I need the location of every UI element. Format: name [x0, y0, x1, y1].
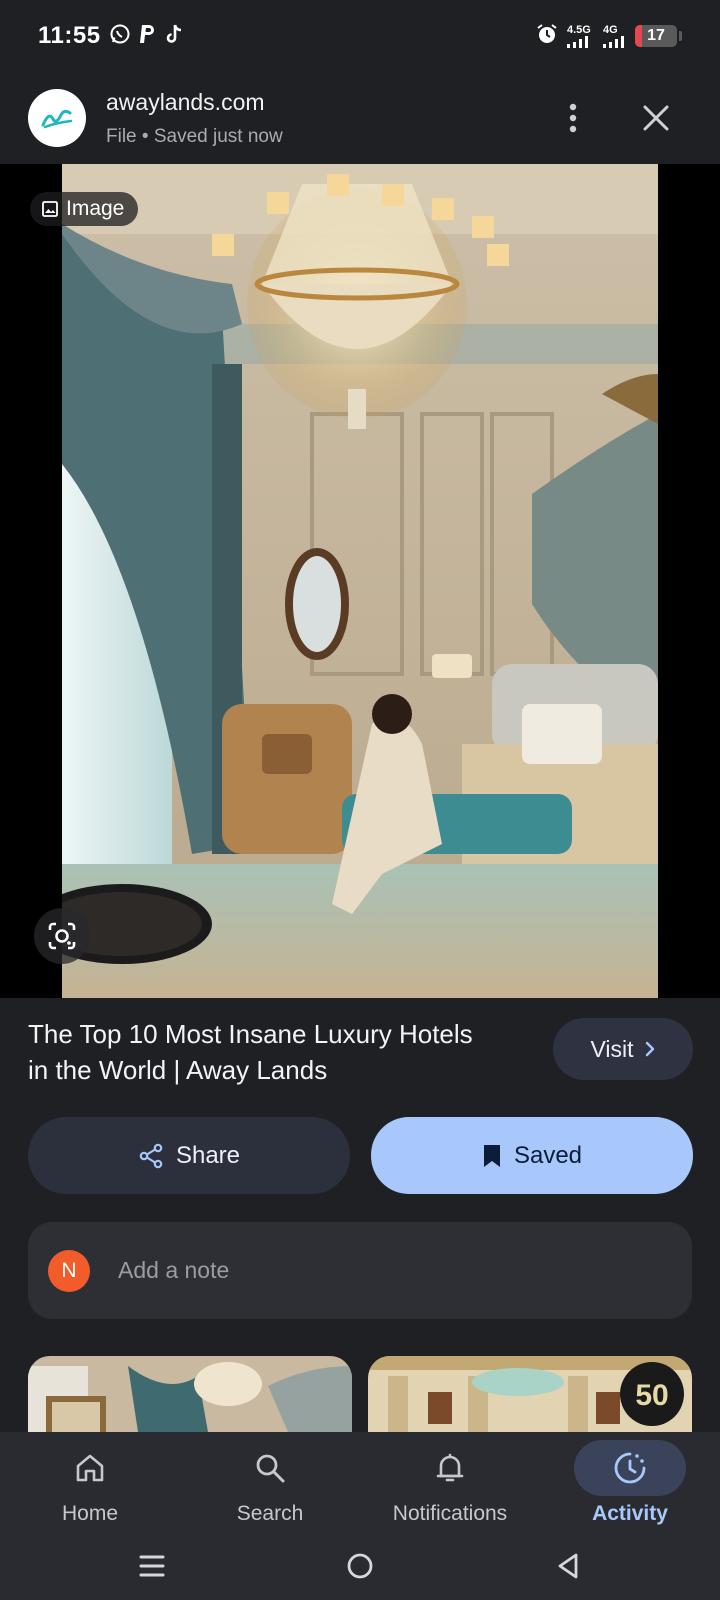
site-name: awaylands.com — [106, 88, 265, 115]
paypal-icon — [139, 23, 157, 50]
nav-search-pill — [214, 1440, 326, 1496]
nav-search-label: Search — [236, 1502, 304, 1525]
battery-fill — [635, 25, 643, 47]
more-vert-icon — [569, 103, 577, 133]
share-icon — [139, 1143, 163, 1168]
share-button[interactable]: Share — [28, 1117, 350, 1194]
bookmark-filled-icon — [483, 1144, 500, 1167]
google-lens-icon — [48, 922, 76, 950]
menu-icon — [139, 1555, 165, 1577]
tiktok-icon — [165, 23, 185, 50]
signal-4-5g-icon: 4.5G — [567, 24, 595, 48]
more-options-button[interactable] — [555, 100, 591, 136]
whatsapp-icon — [109, 23, 131, 50]
saved-label: Saved — [513, 1141, 583, 1169]
nav-activity-label: Activity — [592, 1502, 668, 1525]
related-image-1[interactable] — [28, 1356, 352, 1432]
bottom-navigation: Home Search Notifications Activity — [0, 1432, 720, 1532]
site-logo-icon — [28, 89, 86, 147]
back-button[interactable] — [548, 1546, 588, 1586]
battery-icon: 17 — [635, 25, 677, 47]
image-chip-label: Image — [66, 197, 125, 220]
visit-label: Visit — [590, 1035, 634, 1062]
nav-notifications[interactable]: Notifications — [360, 1432, 540, 1532]
image-icon — [42, 201, 58, 217]
related-image-2[interactable]: 50 — [368, 1356, 692, 1432]
recent-apps-button[interactable] — [132, 1546, 172, 1586]
image-type-chip: Image — [30, 192, 139, 226]
chevron-right-icon — [645, 1041, 654, 1057]
nav-home-pill — [34, 1440, 146, 1496]
circle-home-icon — [347, 1553, 373, 1579]
google-lens-button[interactable] — [34, 908, 90, 964]
activity-icon — [614, 1452, 646, 1484]
share-label: Share — [175, 1141, 241, 1169]
add-note-input[interactable] — [118, 1257, 638, 1284]
system-navigation — [0, 1532, 720, 1600]
badge-50: 50 — [635, 1379, 668, 1412]
search-icon — [256, 1454, 285, 1483]
visit-button[interactable]: Visit — [553, 1018, 693, 1080]
saved-button[interactable]: Saved — [371, 1117, 693, 1194]
nav-home-label: Home — [61, 1502, 119, 1525]
battery-level: 17 — [647, 27, 665, 44]
nav-activity-pill — [574, 1440, 686, 1496]
action-row: Share Saved — [28, 1117, 693, 1194]
result-title-row: The Top 10 Most Insane Luxury Hotels in … — [28, 1016, 693, 1088]
bell-icon — [436, 1453, 464, 1482]
top-bar: awaylands.com File • Saved just now — [0, 72, 720, 164]
home-system-button[interactable] — [340, 1546, 380, 1586]
nav-notifications-pill — [394, 1440, 506, 1496]
hotel-room-photo[interactable] — [62, 164, 658, 998]
nav-notifications-label: Notifications — [392, 1502, 508, 1525]
nav-home[interactable]: Home — [0, 1432, 180, 1532]
battery-tip — [679, 31, 682, 41]
status-bar: 11:55 4.5G 4G 17 — [0, 0, 720, 72]
clock: 11:55 — [38, 22, 101, 49]
back-triangle-icon — [558, 1553, 578, 1579]
home-icon — [76, 1454, 104, 1482]
note-field[interactable]: N — [28, 1222, 692, 1319]
related-images: 50 — [28, 1356, 692, 1432]
close-button[interactable] — [636, 98, 676, 138]
signal-4g-icon: 4G — [603, 24, 627, 48]
save-status: File • Saved just now — [106, 125, 283, 147]
page-title: The Top 10 Most Insane Luxury Hotels in … — [28, 1019, 473, 1085]
close-icon — [643, 105, 669, 131]
image-viewer: Image — [0, 164, 720, 998]
nav-search[interactable]: Search — [180, 1432, 360, 1532]
nav-activity[interactable]: Activity — [540, 1432, 720, 1532]
avatar: N — [48, 1249, 90, 1292]
alarm-icon — [535, 22, 559, 51]
